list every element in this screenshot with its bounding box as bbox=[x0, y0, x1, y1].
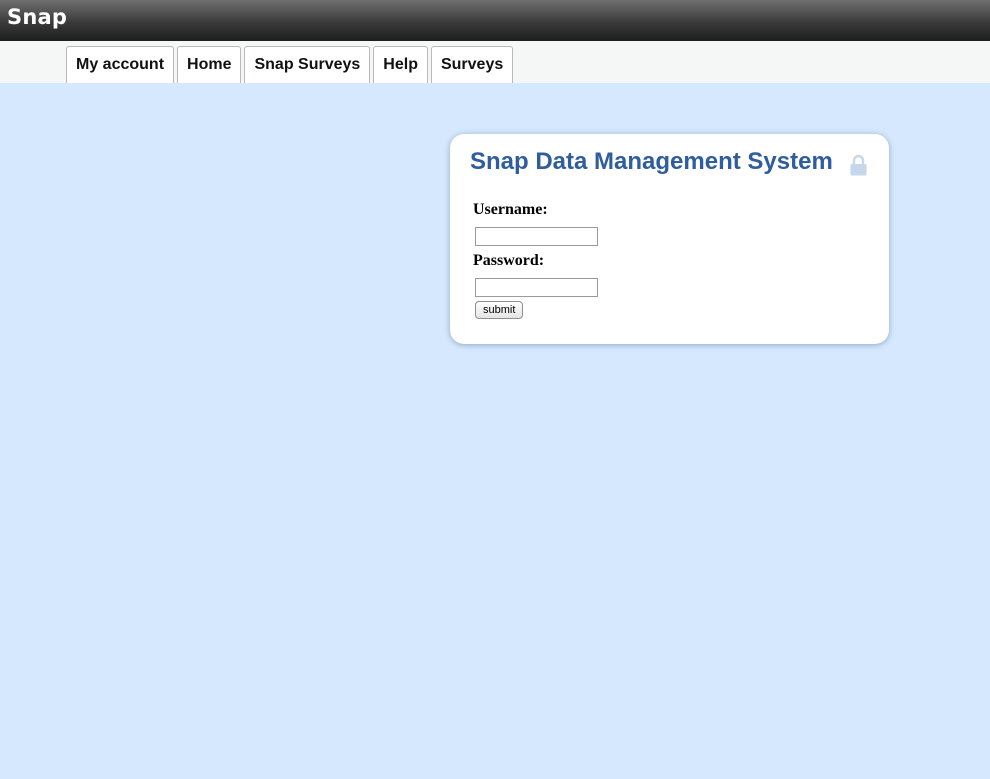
tab-surveys[interactable]: Surveys bbox=[430, 46, 514, 83]
password-input[interactable] bbox=[475, 278, 598, 297]
lock-icon bbox=[850, 154, 867, 176]
tab-home[interactable]: Home bbox=[177, 46, 242, 83]
nav-tabs: My account Home Snap Surveys Help Survey… bbox=[66, 46, 514, 83]
tab-help[interactable]: Help bbox=[373, 46, 428, 83]
submit-button[interactable]: submit bbox=[475, 301, 524, 319]
login-title: Snap Data Management System bbox=[470, 148, 833, 175]
password-label: Password: bbox=[473, 252, 545, 269]
tab-snap-surveys[interactable]: Snap Surveys bbox=[244, 46, 371, 83]
tab-my-account[interactable]: My account bbox=[66, 46, 175, 83]
login-panel: Snap Data Management System Username: Pa… bbox=[450, 134, 889, 344]
username-label: Username: bbox=[473, 201, 548, 218]
brand-logo[interactable]: Snap bbox=[7, 5, 67, 29]
username-input[interactable] bbox=[475, 227, 598, 246]
top-bar: Snap bbox=[0, 0, 990, 41]
